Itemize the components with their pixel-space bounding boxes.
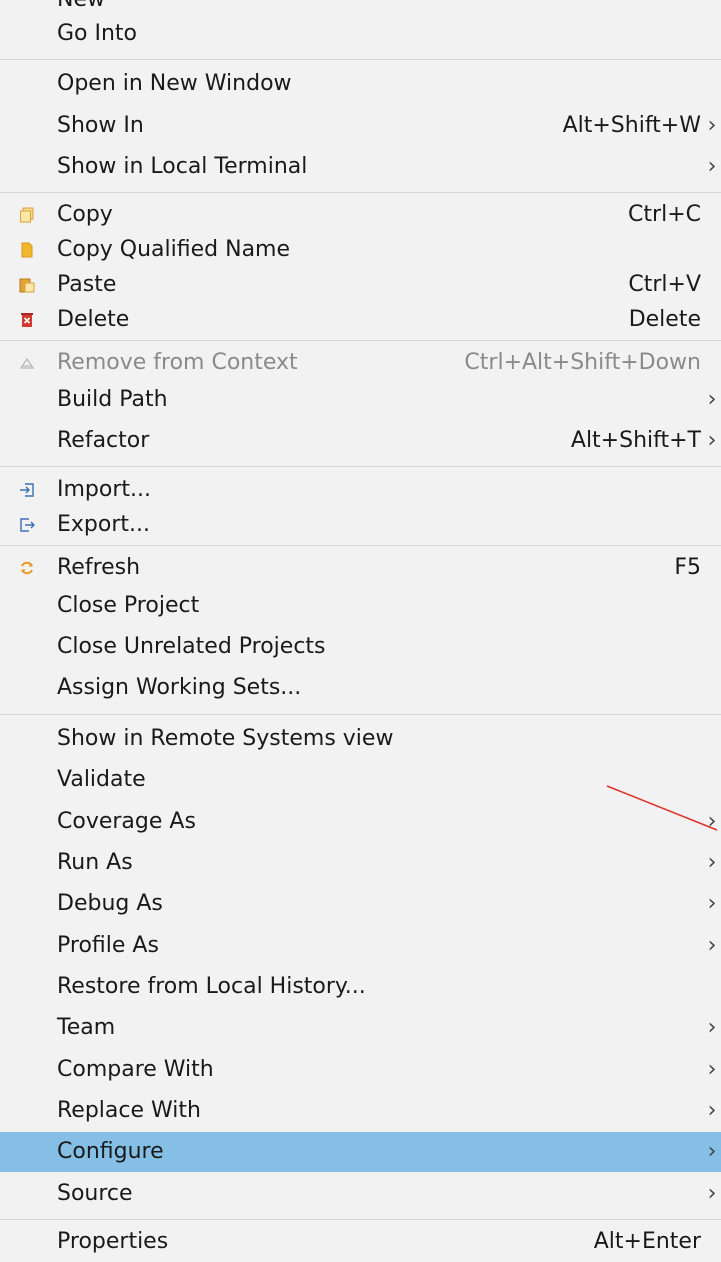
menu-item-team[interactable]: Team ›	[0, 1008, 721, 1048]
copy-icon	[19, 207, 35, 223]
menu-item-label: Copy	[57, 202, 113, 227]
menu-item-label: Build Path	[57, 387, 168, 412]
menu-item-label: Properties	[57, 1229, 169, 1254]
remove-context-icon	[19, 355, 35, 371]
context-menu: New Go Into Open in New Window Show In A…	[0, 0, 721, 1254]
menu-item-validate[interactable]: Validate	[0, 760, 721, 800]
menu-item-label: Go Into	[57, 21, 138, 46]
chevron-right-icon: ›	[707, 1057, 717, 1082]
menu-item-shortcut: Ctrl+C	[628, 202, 701, 227]
menu-item-label: Source	[57, 1181, 133, 1206]
menu-item-build-path[interactable]: Build Path ›	[0, 380, 721, 420]
chevron-right-icon: ›	[707, 113, 717, 138]
chevron-right-icon: ›	[707, 933, 717, 958]
menu-item-restore-local-history[interactable]: Restore from Local History...	[0, 967, 721, 1007]
menu-item-run-as[interactable]: Run As ›	[0, 843, 721, 883]
menu-item-assign-working-sets[interactable]: Assign Working Sets...	[0, 668, 721, 708]
menu-item-label: Close Project	[57, 593, 200, 618]
menu-item-shortcut: Ctrl+Alt+Shift+Down	[464, 350, 701, 375]
menu-item-label: Team	[57, 1015, 116, 1040]
document-icon	[19, 242, 35, 258]
menu-separator	[0, 340, 721, 341]
menu-item-close-unrelated-projects[interactable]: Close Unrelated Projects	[0, 627, 721, 667]
menu-item-label: Validate	[57, 767, 146, 792]
menu-separator	[0, 192, 721, 193]
menu-item-label: Profile As	[57, 933, 159, 958]
menu-item-paste[interactable]: Paste Ctrl+V	[0, 265, 721, 305]
menu-separator	[0, 466, 721, 467]
menu-item-shortcut: F5	[674, 555, 701, 580]
menu-item-label: Compare With	[57, 1057, 214, 1082]
menu-item-label: Debug As	[57, 891, 163, 916]
menu-item-configure[interactable]: Configure ›	[0, 1132, 721, 1172]
menu-separator	[0, 1219, 721, 1220]
menu-item-remove-from-context[interactable]: Remove from Context Ctrl+Alt+Shift+Down	[0, 343, 721, 383]
chevron-right-icon: ›	[707, 1139, 717, 1164]
menu-item-shortcut: Alt+Enter	[593, 1229, 701, 1254]
menu-item-label: Show In	[57, 113, 144, 138]
menu-separator	[0, 714, 721, 715]
menu-item-show-remote-systems[interactable]: Show in Remote Systems view	[0, 719, 721, 759]
menu-item-label: Refactor	[57, 428, 150, 453]
menu-item-label: Refresh	[57, 555, 141, 580]
menu-item-label: Coverage As	[57, 809, 196, 834]
menu-item-export[interactable]: Export...	[0, 505, 721, 545]
menu-item-label: Show in Remote Systems view	[57, 726, 394, 751]
chevron-right-icon: ›	[707, 154, 717, 179]
menu-item-show-local-terminal[interactable]: Show in Local Terminal ›	[0, 147, 721, 187]
menu-item-label: Copy Qualified Name	[57, 237, 291, 262]
menu-item-close-project[interactable]: Close Project	[0, 586, 721, 626]
chevron-right-icon: ›	[707, 891, 717, 916]
menu-item-shortcut: Alt+Shift+T	[570, 428, 701, 453]
menu-item-label: Assign Working Sets...	[57, 675, 302, 700]
export-icon	[19, 517, 35, 533]
menu-item-label: Delete	[57, 307, 130, 332]
menu-item-open-new-window[interactable]: Open in New Window	[0, 64, 721, 104]
import-icon	[19, 482, 35, 498]
menu-item-label: Open in New Window	[57, 71, 292, 96]
chevron-right-icon: ›	[707, 1015, 717, 1040]
menu-item-delete[interactable]: Delete Delete	[0, 300, 721, 340]
menu-item-label: Import...	[57, 477, 151, 502]
menu-item-label: Run As	[57, 850, 133, 875]
menu-item-coverage-as[interactable]: Coverage As ›	[0, 802, 721, 842]
menu-item-copy-qualified-name[interactable]: Copy Qualified Name	[0, 230, 721, 270]
menu-item-import[interactable]: Import...	[0, 470, 721, 510]
menu-item-label: Configure	[57, 1139, 164, 1164]
menu-item-compare-with[interactable]: Compare With ›	[0, 1050, 721, 1090]
chevron-right-icon: ›	[707, 1181, 717, 1206]
chevron-right-icon: ›	[707, 850, 717, 875]
menu-item-replace-with[interactable]: Replace With ›	[0, 1091, 721, 1131]
menu-item-source[interactable]: Source ›	[0, 1174, 721, 1214]
chevron-right-icon: ›	[707, 809, 717, 834]
delete-icon	[19, 312, 35, 328]
menu-item-label: Export...	[57, 512, 150, 537]
chevron-right-icon: ›	[707, 387, 717, 412]
menu-item-refactor[interactable]: Refactor Alt+Shift+T ›	[0, 421, 721, 461]
paste-icon	[19, 277, 35, 293]
menu-item-label: Remove from Context	[57, 350, 298, 375]
menu-item-label: Restore from Local History...	[57, 974, 366, 999]
menu-separator	[0, 59, 721, 60]
menu-item-label: Show in Local Terminal	[57, 154, 308, 179]
chevron-right-icon: ›	[707, 1098, 717, 1123]
menu-item-shortcut: Delete	[628, 307, 701, 332]
menu-item-copy[interactable]: Copy Ctrl+C	[0, 195, 721, 235]
menu-separator	[0, 545, 721, 546]
refresh-icon	[19, 560, 35, 576]
menu-item-refresh[interactable]: Refresh F5	[0, 548, 721, 588]
menu-item-shortcut: Alt+Shift+W	[562, 113, 701, 138]
menu-item-label: Replace With	[57, 1098, 201, 1123]
chevron-right-icon: ›	[707, 428, 717, 453]
menu-item-properties[interactable]: Properties Alt+Enter	[0, 1222, 721, 1262]
menu-item-label: Close Unrelated Projects	[57, 634, 326, 659]
menu-item-show-in[interactable]: Show In Alt+Shift+W ›	[0, 106, 721, 146]
menu-item-go-into[interactable]: Go Into	[0, 14, 721, 54]
menu-item-label: Paste	[57, 272, 117, 297]
menu-item-shortcut: Ctrl+V	[628, 272, 701, 297]
menu-item-profile-as[interactable]: Profile As ›	[0, 926, 721, 966]
menu-item-debug-as[interactable]: Debug As ›	[0, 884, 721, 924]
